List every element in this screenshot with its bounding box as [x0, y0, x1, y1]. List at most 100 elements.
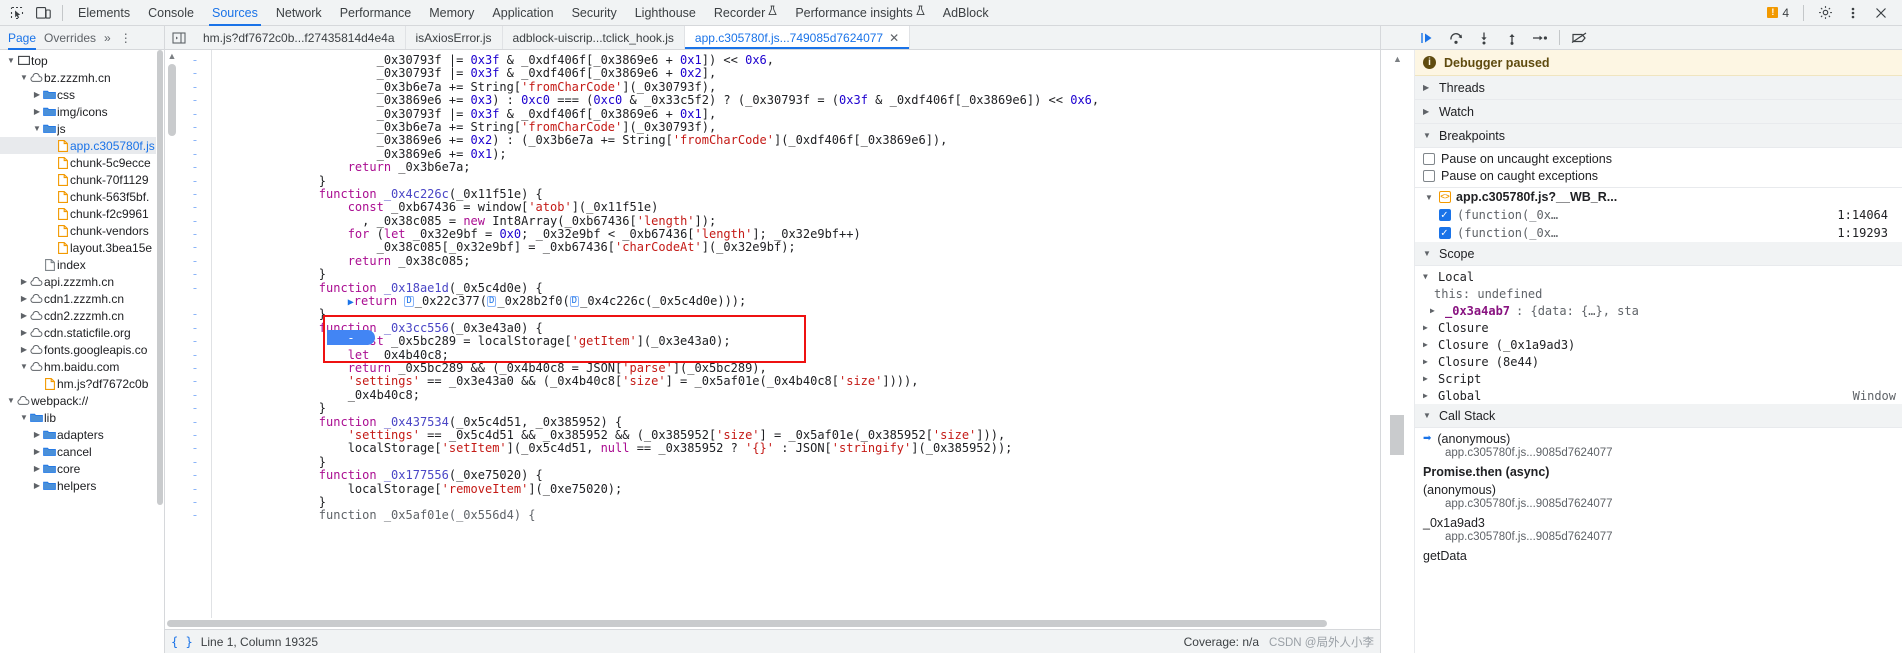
line-marker[interactable]: -: [179, 348, 211, 362]
line-marker[interactable]: -: [179, 174, 211, 188]
code-line[interactable]: return _0x5bc289 && (_0x4b40c8 = JSON['p…: [261, 361, 1380, 375]
editor-hscroll-thumb[interactable]: [167, 620, 1327, 627]
code-line[interactable]: _0x30793f |= 0x3f & _0xdf406f[_0x3869e6 …: [261, 53, 1380, 67]
scroll-up-arrow-icon-2[interactable]: ▲: [1381, 50, 1414, 64]
line-marker[interactable]: -: [179, 428, 211, 442]
nav-tab-overrides[interactable]: Overrides: [44, 26, 96, 50]
line-marker[interactable]: -: [179, 415, 211, 429]
deactivate-breakpoints-button[interactable]: [1566, 27, 1592, 49]
line-marker[interactable]: -: [179, 455, 211, 469]
code-line[interactable]: for (let _0x32e9bf = 0x0; _0x32e9bf < _0…: [261, 227, 1380, 241]
panel-tab-adblock[interactable]: AdBlock: [934, 0, 998, 26]
scope-closure1-row[interactable]: ▶ Closure (_0x1a9ad3): [1415, 336, 1902, 353]
code-line[interactable]: _0x30793f |= 0x3f & _0xdf406f[_0x3869e6 …: [261, 67, 1380, 80]
nav-more-tabs-icon[interactable]: »: [104, 31, 111, 45]
line-marker[interactable]: -: [179, 160, 211, 174]
editor-tab-0[interactable]: hm.js?df7672c0b...f27435814d4e4a: [193, 26, 406, 49]
code-line[interactable]: function _0x5af01e(_0x556d4) {: [261, 509, 1380, 522]
call-stack-frame-2[interactable]: (anonymous) app.c305780f.js...9085d762407…: [1415, 481, 1902, 514]
code-line[interactable]: let _0x4b40c8;: [261, 348, 1380, 362]
editor-tab-1[interactable]: isAxiosError.js: [406, 26, 503, 49]
breakpoint-item-1[interactable]: (function(_0x… 1:19293: [1415, 224, 1902, 242]
nav-tab-page[interactable]: Page: [8, 26, 37, 50]
code-line[interactable]: _0x38c085[_0x32e9bf] = _0xb67436['charCo…: [261, 241, 1380, 254]
code-line[interactable]: function _0x3cc556(_0x3e43a0) {: [261, 321, 1380, 335]
tree-item-layout-3bea15e[interactable]: layout.3bea15e: [0, 239, 164, 256]
step-button[interactable]: [1527, 27, 1553, 49]
line-marker[interactable]: -: [179, 147, 211, 161]
scroll-up-arrow-icon[interactable]: ▲: [165, 50, 179, 62]
line-marker[interactable]: -: [179, 241, 211, 255]
toggle-navigator-icon[interactable]: [165, 26, 193, 49]
breakpoint-file-row[interactable]: ▼ <> app.c305780f.js?__WB_R...: [1415, 188, 1902, 206]
tree-item-cdn2-zzzmh-cn[interactable]: ▶ cdn2.zzzmh.cn: [0, 307, 164, 324]
file-tree-scrollbar[interactable]: [156, 50, 164, 653]
chevron-right-icon[interactable]: ▶: [19, 328, 29, 337]
debugger-scroll-thumb[interactable]: [1390, 415, 1404, 455]
tree-item-hm-js-df7672c0b[interactable]: hm.js?df7672c0b: [0, 375, 164, 392]
close-tab-icon[interactable]: ✕: [889, 31, 899, 45]
chevron-right-icon[interactable]: ▶: [19, 277, 29, 286]
line-marker[interactable]: -: [179, 321, 211, 335]
panel-tab-recorder[interactable]: Recorder: [705, 0, 786, 26]
panel-tab-security[interactable]: Security: [563, 0, 626, 26]
panel-tab-sources[interactable]: Sources: [203, 0, 267, 26]
chevron-down-icon[interactable]: ▼: [19, 413, 29, 422]
tree-item-chunk-5c9ecce[interactable]: chunk-5c9ecce: [0, 154, 164, 171]
resume-script-button[interactable]: [1415, 27, 1441, 49]
line-marker[interactable]: -: [179, 308, 211, 322]
chevron-right-icon[interactable]: ▶: [19, 311, 29, 320]
editor-tab-2[interactable]: adblock-uiscrip...tclick_hook.js: [503, 26, 685, 49]
section-watch[interactable]: ▶ Watch: [1415, 100, 1902, 124]
breakpoint-gutter[interactable]: [211, 50, 261, 618]
code-line[interactable]: _0x3869e6 += 0x3) : 0xc0 === (0xc0 & _0x…: [261, 93, 1380, 107]
panel-tab-application[interactable]: Application: [483, 0, 562, 26]
line-marker[interactable]: -: [179, 214, 211, 228]
line-marker[interactable]: -: [179, 187, 211, 201]
code-line[interactable]: }: [261, 174, 1380, 188]
chevron-right-icon[interactable]: ▶: [32, 481, 42, 490]
section-call-stack[interactable]: ▼ Call Stack: [1415, 404, 1902, 428]
code-line[interactable]: function _0x4c226c(_0x11f51e) {: [261, 187, 1380, 201]
line-marker[interactable]: -: [179, 281, 211, 295]
section-breakpoints[interactable]: ▼ Breakpoints: [1415, 124, 1902, 148]
code-line[interactable]: return _0x38c085;: [261, 254, 1380, 268]
panel-tab-lighthouse[interactable]: Lighthouse: [626, 0, 705, 26]
line-marker[interactable]: -: [179, 401, 211, 415]
tree-item-lib[interactable]: ▼ lib: [0, 409, 164, 426]
chevron-down-icon[interactable]: ▼: [6, 396, 16, 405]
line-marker[interactable]: -: [179, 374, 211, 388]
scope-global-row[interactable]: ▶ Global Window: [1415, 387, 1902, 404]
code-line[interactable]: _0x3869e6 += 0x1);: [261, 147, 1380, 161]
navigator-more-options-icon[interactable]: ⋮: [119, 31, 133, 45]
code-line[interactable]: }: [261, 308, 1380, 321]
editor-tab-3[interactable]: app.c305780f.js...749085d7624077 ✕: [684, 26, 911, 49]
line-marker[interactable]: -: [179, 93, 211, 107]
editor-vertical-scrollbar[interactable]: ▲: [165, 50, 179, 618]
tree-item-bz-zzzmh-cn[interactable]: ▼ bz.zzzmh.cn: [0, 69, 164, 86]
line-marker[interactable]: -: [179, 107, 211, 121]
panel-tab-elements[interactable]: Elements: [69, 0, 139, 26]
chevron-down-icon[interactable]: ▼: [19, 362, 29, 371]
line-marker[interactable]: -: [179, 388, 211, 402]
step-into-button[interactable]: [1471, 27, 1497, 49]
scope-closure2-row[interactable]: ▶ Closure (8e44): [1415, 353, 1902, 370]
warning-badge[interactable]: ! 4: [1761, 6, 1795, 20]
inspect-element-icon[interactable]: [4, 1, 30, 25]
code-line[interactable]: }: [261, 268, 1380, 281]
line-marker[interactable]: -: [179, 200, 211, 214]
tree-item-helpers[interactable]: ▶ helpers: [0, 477, 164, 494]
code-line[interactable]: localStorage['setItem'](_0x5c4d51, null …: [261, 442, 1380, 455]
scope-local-row[interactable]: ▼ Local: [1415, 268, 1902, 285]
editor-horizontal-scrollbar[interactable]: [165, 618, 1380, 629]
close-icon[interactable]: [1868, 1, 1894, 25]
code-content[interactable]: _0x30793f |= 0x3f & _0xdf406f[_0x3869e6 …: [261, 50, 1380, 618]
line-marker[interactable]: -: [179, 468, 211, 482]
scope-script-row[interactable]: ▶ Script: [1415, 370, 1902, 387]
line-marker[interactable]: -: [179, 227, 211, 241]
code-line[interactable]: const _0xb67436 = window['atob'](_0x11f5…: [261, 201, 1380, 214]
tree-item-hm-baidu-com[interactable]: ▼ hm.baidu.com: [0, 358, 164, 375]
file-tree-scroll-thumb[interactable]: [157, 50, 163, 505]
line-marker[interactable]: -: [179, 53, 211, 67]
line-marker-gutter[interactable]: ----------------------------------: [179, 50, 211, 618]
